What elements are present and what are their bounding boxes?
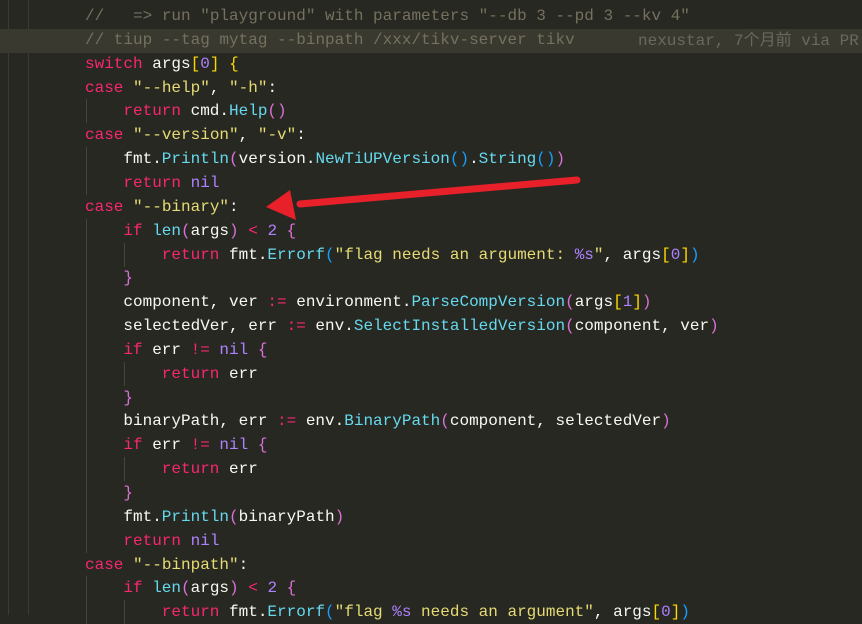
arrow-head bbox=[266, 190, 296, 220]
red-arrow-annotation bbox=[266, 176, 581, 220]
arrow-shaft bbox=[296, 176, 581, 208]
